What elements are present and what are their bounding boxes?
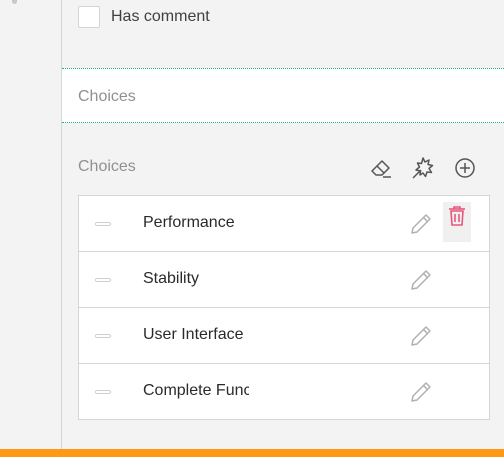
pencil-icon	[411, 326, 431, 346]
eraser-icon	[371, 160, 391, 178]
choice-item[interactable]: Performance	[79, 196, 489, 252]
choice-label[interactable]: Performance	[143, 214, 249, 232]
choices-section-header[interactable]: Choices	[62, 68, 504, 123]
delete-choice-button[interactable]	[443, 202, 471, 242]
left-gutter	[0, 0, 62, 449]
edit-choice-button[interactable]	[408, 211, 434, 237]
drag-handle-icon[interactable]	[95, 390, 111, 394]
magic-wand-icon	[412, 157, 434, 179]
has-comment-label: Has comment	[111, 8, 210, 25]
choices-section-title: Choices	[78, 88, 136, 105]
add-choice-button[interactable]	[452, 155, 478, 181]
pencil-icon	[411, 214, 431, 234]
clear-choices-button[interactable]	[368, 155, 394, 181]
has-comment-checkbox[interactable]	[78, 6, 100, 28]
drag-handle-icon[interactable]	[95, 222, 111, 226]
status-accent-bar	[0, 449, 504, 457]
choices-editor-label: Choices	[78, 158, 136, 175]
fast-entry-button[interactable]	[410, 155, 436, 181]
edit-choice-button[interactable]	[408, 267, 434, 293]
choice-item[interactable]: User Interface	[79, 308, 489, 364]
add-circle-icon	[455, 158, 475, 178]
choice-item[interactable]: Complete Functionality	[79, 364, 489, 419]
property-panel: Has comment Choices Choices Performance	[62, 0, 504, 449]
choice-item[interactable]: Stability	[79, 252, 489, 308]
choice-label[interactable]: Stability	[143, 270, 249, 288]
gutter-grip	[12, 0, 17, 4]
choice-label[interactable]: User Interface	[143, 326, 249, 344]
pencil-icon	[411, 382, 431, 402]
edit-choice-button[interactable]	[408, 323, 434, 349]
choices-list: Performance Stability User Interface Com…	[78, 195, 490, 420]
drag-handle-icon[interactable]	[95, 334, 111, 338]
trash-icon	[449, 206, 465, 226]
drag-handle-icon[interactable]	[95, 278, 111, 282]
has-comment-row[interactable]: Has comment	[78, 4, 210, 30]
edit-choice-button[interactable]	[408, 379, 434, 405]
pencil-icon	[411, 270, 431, 290]
choice-label[interactable]: Complete Functionality	[143, 382, 249, 400]
